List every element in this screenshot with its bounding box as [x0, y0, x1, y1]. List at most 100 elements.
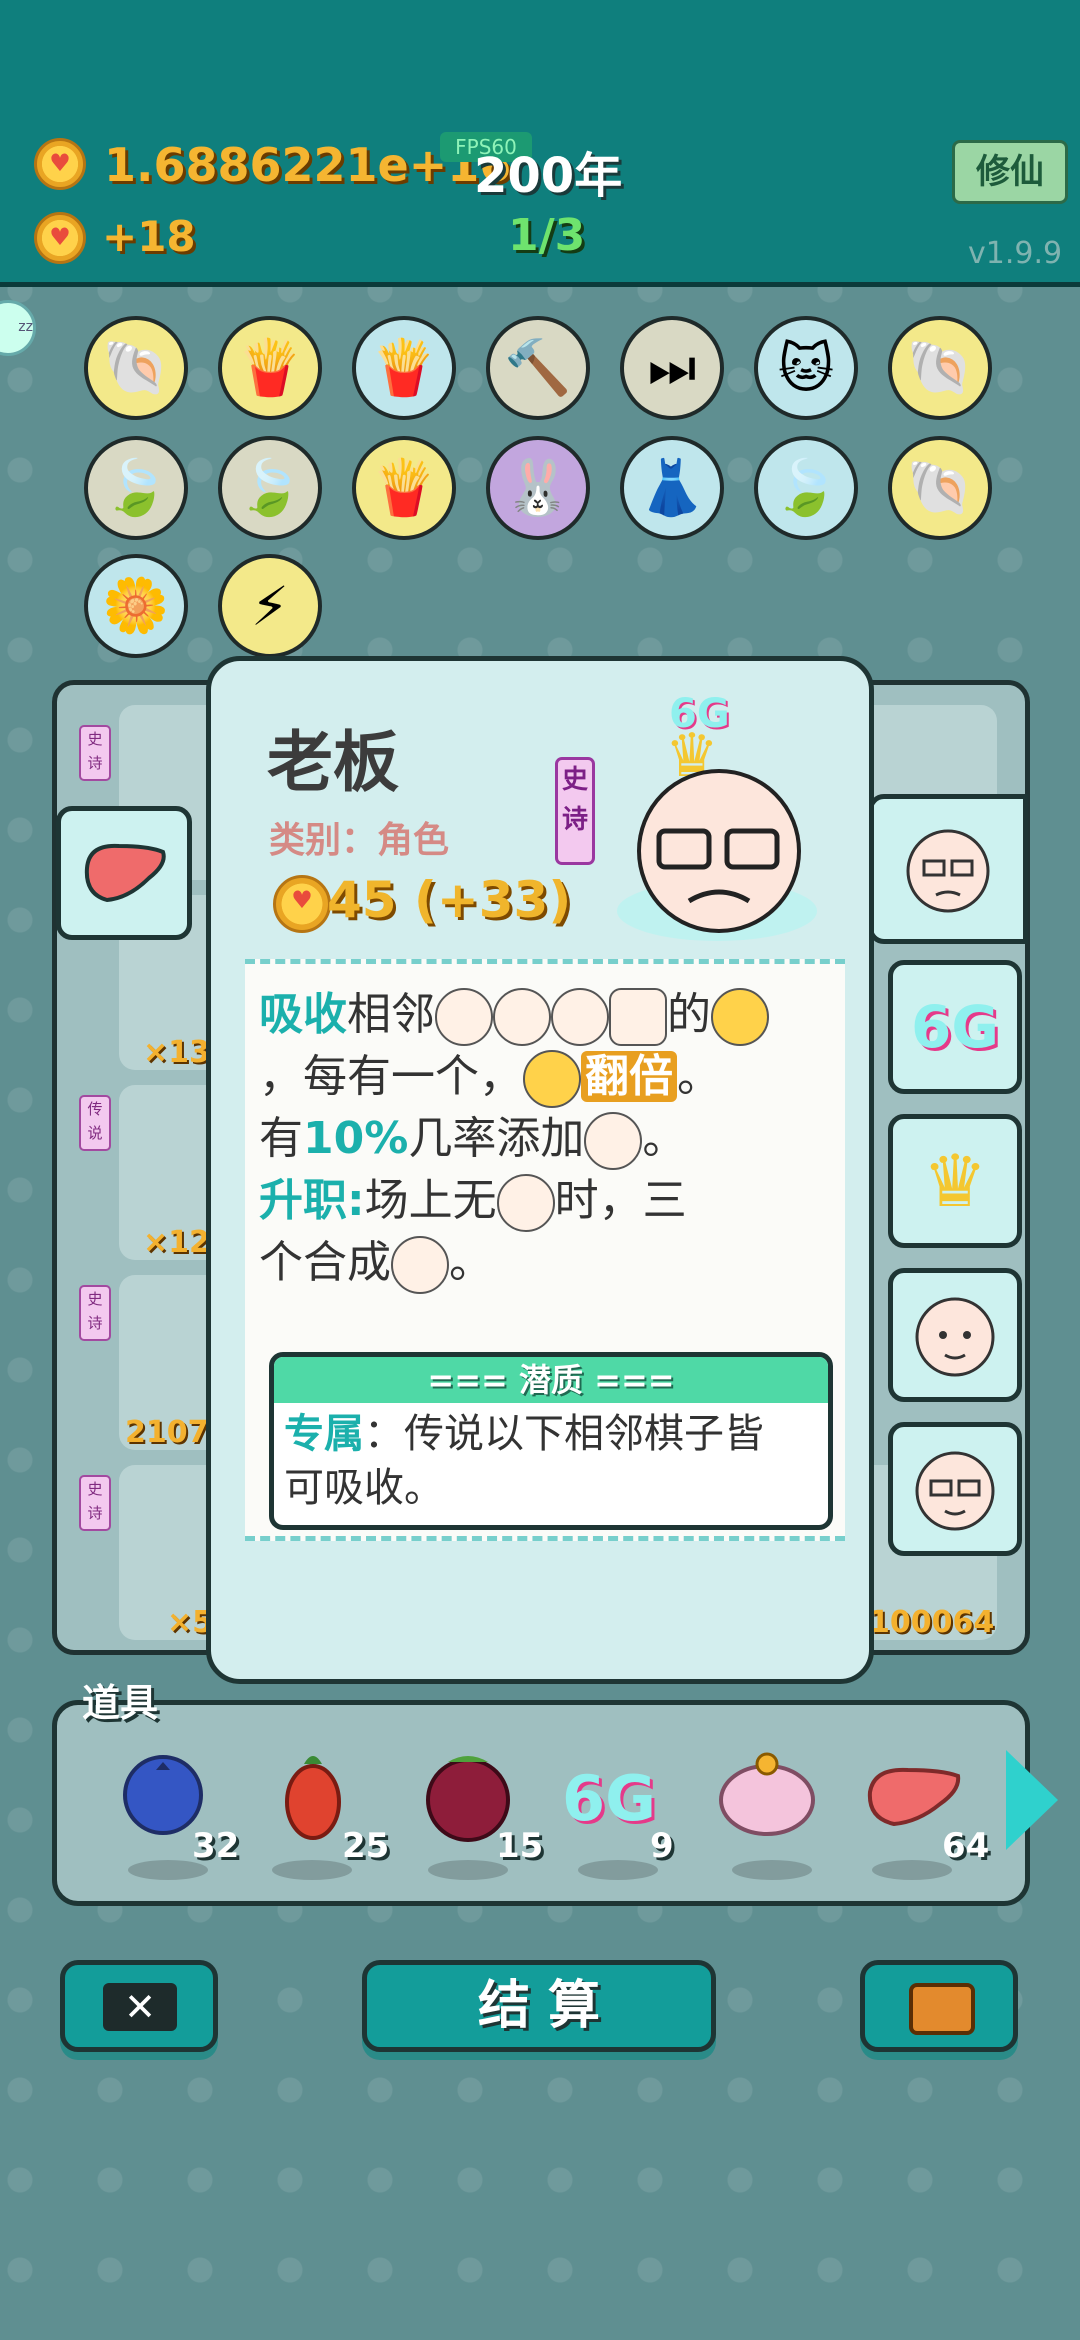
- item-count: 64: [942, 1826, 990, 1866]
- desc-chance: 10%: [303, 1113, 409, 1164]
- income-value: +18: [102, 212, 196, 261]
- items-label: 道具: [82, 1681, 159, 1725]
- boss-portrait: 6G ♛: [607, 691, 827, 951]
- price-coin-icon: [273, 875, 331, 933]
- rarity-tag: 传说: [79, 1095, 111, 1151]
- piece-price: 45 (+33): [327, 871, 572, 929]
- rich-boss-face-icon: [391, 1236, 449, 1294]
- income-coin-icon: [34, 212, 86, 264]
- settle-label: 结 算: [477, 1976, 601, 2036]
- item-shadow: [578, 1860, 658, 1880]
- desc-text: ，每有一个，: [259, 1051, 523, 1102]
- 6g-option[interactable]: 6G: [888, 960, 1022, 1094]
- coin-icon: [34, 138, 86, 190]
- xiuxian-button[interactable]: 修仙: [952, 140, 1068, 204]
- leaf-item[interactable]: 🍃: [84, 436, 188, 540]
- desc-text: 几率添加: [408, 1113, 585, 1164]
- close-icon: ✕: [103, 1983, 177, 2031]
- item-count: 15: [496, 1826, 544, 1866]
- bald-face-option[interactable]: [888, 1268, 1022, 1402]
- item-count: 32: [192, 1826, 240, 1866]
- desc-line-1: 吸收相邻 的: [259, 978, 769, 1046]
- next-arrow-icon[interactable]: [1006, 1750, 1058, 1850]
- boss-face-icon: [551, 988, 609, 1046]
- liver-item-icon[interactable]: [56, 806, 192, 940]
- skirt-item[interactable]: 👗: [620, 436, 724, 540]
- desc-line-3: 有10%几率添加 。: [259, 1102, 686, 1170]
- round-progress: 1/3: [508, 210, 586, 261]
- desc-text: 时，三: [554, 1175, 687, 1226]
- potential-title: === 潜质 ===: [274, 1357, 828, 1403]
- piece-category: 类别：角色: [269, 820, 450, 861]
- potential-text: 专属：传说以下相邻棋子皆 可吸收。: [274, 1403, 828, 1519]
- shell-item[interactable]: 🐚: [84, 316, 188, 420]
- potential-box: === 潜质 === 专属：传说以下相邻棋子皆 可吸收。: [269, 1352, 833, 1530]
- lightning-item[interactable]: ⚡: [218, 554, 322, 658]
- desc-text: 有: [259, 1113, 303, 1164]
- desc-text: 。: [449, 1237, 493, 1288]
- rabbit-item[interactable]: 🐰: [486, 436, 590, 540]
- piece-count: 100064: [869, 1605, 995, 1640]
- boss-face-option[interactable]: [868, 794, 1028, 944]
- item-count: 9: [650, 1826, 674, 1866]
- piggy-bank-item[interactable]: [712, 1750, 832, 1870]
- shell-item[interactable]: 🐚: [888, 436, 992, 540]
- potential-desc: 可吸收。: [284, 1465, 444, 1511]
- desc-keyword-absorb: 吸收: [259, 989, 347, 1040]
- desc-text: 。: [677, 1051, 721, 1102]
- item-shadow: [732, 1860, 812, 1880]
- glasses-face-option[interactable]: [888, 1422, 1022, 1556]
- piece-count: ×12: [143, 1225, 210, 1260]
- rarity-tag: 史诗: [79, 1285, 111, 1341]
- potential-keyword: 专属: [284, 1411, 364, 1457]
- rarity-tag: 史诗: [79, 1475, 111, 1531]
- desc-text: 的: [667, 989, 711, 1040]
- hammer-item[interactable]: 🔨: [486, 316, 590, 420]
- desc-text: 个合成: [259, 1237, 391, 1288]
- fries-item[interactable]: 🍟: [352, 316, 456, 420]
- 6g-item-icon: 6G: [562, 1762, 657, 1835]
- leaf-item[interactable]: 🍃: [218, 436, 322, 540]
- desc-line-4: 升职:场上无 时，三: [259, 1164, 687, 1232]
- item-count: 25: [342, 1826, 390, 1866]
- glasses-face-icon: [493, 988, 551, 1046]
- briefcase-icon: [909, 1983, 975, 2035]
- item-shadow: [272, 1860, 352, 1880]
- rich-boss-face-icon: [496, 1174, 555, 1232]
- briefcase-button[interactable]: [860, 1960, 1018, 2052]
- desc-text: 场上无: [364, 1175, 497, 1226]
- double-badge: 翻倍: [581, 1051, 677, 1102]
- year-counter: 200年: [474, 148, 623, 204]
- employee-face-icon: [584, 1112, 643, 1170]
- cat-item[interactable]: 🐱: [754, 316, 858, 420]
- coin-icon: [711, 988, 769, 1046]
- desc-text: 相邻: [347, 989, 435, 1040]
- piece-title: 老板: [267, 724, 399, 801]
- 6g-badge-icon: 6G: [911, 993, 999, 1061]
- fries-item[interactable]: 🍟: [218, 316, 322, 420]
- desc-line-5: 个合成 。: [259, 1226, 493, 1294]
- rarity-tag: 史诗: [79, 725, 111, 781]
- settle-button[interactable]: 结 算: [362, 1960, 716, 2052]
- bald-face-icon: [435, 988, 493, 1046]
- crown-option[interactable]: ♛: [888, 1114, 1022, 1248]
- shell-item[interactable]: 🐚: [888, 316, 992, 420]
- leaf-item[interactable]: 🍃: [754, 436, 858, 540]
- ghost-icon: [609, 988, 667, 1046]
- piece-count: ×13: [143, 1035, 210, 1070]
- desc-text: 。: [642, 1113, 687, 1164]
- piece-count: 2107: [125, 1415, 209, 1450]
- rarity-badge: 史诗: [555, 757, 595, 865]
- skip-item[interactable]: ⏭: [620, 316, 724, 420]
- item-shadow: [872, 1860, 952, 1880]
- piece-description: 吸收相邻的 ，每有一个， 翻倍。 有10%几率添加。 升职:场上无 时，三 个合成。…: [245, 959, 845, 1541]
- coin-icon: [523, 1050, 581, 1108]
- flower-item[interactable]: 🌼: [84, 554, 188, 658]
- desc-line-2: ，每有一个， 翻倍。: [259, 1040, 721, 1108]
- piece-detail-card: 老板 类别：角色 史诗 45 (+33) 6G ♛ 吸收相邻 的 ，每有一个， 翻倍…: [206, 656, 874, 1684]
- top-status-bar: 1.6886221e+16 FPS60 200年 +18 1/3 修仙 v1.9…: [0, 0, 1080, 287]
- version-label: v1.9.9: [968, 236, 1063, 271]
- close-button[interactable]: ✕: [60, 1960, 218, 2052]
- fries-item[interactable]: 🍟: [352, 436, 456, 540]
- crown-icon: ♛: [922, 1139, 988, 1223]
